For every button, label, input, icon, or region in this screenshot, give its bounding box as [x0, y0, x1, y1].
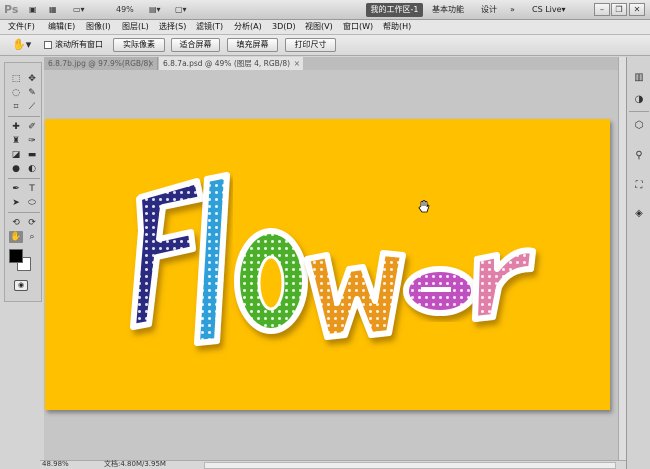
histogram-panel-icon[interactable]: ▥ [632, 71, 646, 85]
document-tab-bar: 6.8.7b.jpg @ 97.9%(RGB/8) × 6.8.7a.psd @… [44, 57, 618, 70]
fill-screen-button[interactable]: 填充屏幕 [227, 38, 278, 52]
menu-view[interactable]: 视图(V) [305, 21, 333, 33]
panel-dock: ▥ ◑ ⬡ ⚲ ⛶ ◈ [626, 57, 650, 469]
vertical-scrollbar[interactable] [618, 57, 626, 460]
tab-document-inactive[interactable]: 6.8.7b.jpg @ 97.9%(RGB/8) × [44, 57, 158, 70]
history-brush-tool-icon[interactable]: ✑ [25, 135, 39, 147]
letter-e [403, 266, 477, 316]
horizontal-scrollbar[interactable] [204, 462, 616, 469]
letter-w [304, 250, 406, 340]
status-zoom[interactable]: 48.98% [42, 460, 69, 469]
screen-mode-icon[interactable]: ▢▾ [172, 3, 190, 17]
application-bar: Ps ▣ ▦ ▭▾ 49% ▤▾ ▢▾ 我的工作区-1 基本功能 设计 » CS… [0, 0, 650, 20]
close-icon[interactable]: ✕ [629, 3, 645, 16]
lasso-tool-icon[interactable]: ◌ [9, 87, 23, 99]
letter-o [234, 228, 308, 334]
bridge-icon[interactable]: ▣ [26, 3, 40, 17]
print-size-button[interactable]: 打印尺寸 [285, 38, 336, 52]
workspace-design-button[interactable]: 设计 [481, 3, 497, 17]
tab-label: 6.8.7a.psd @ 49% (图层 4, RGB/8) [163, 59, 291, 68]
dodge-tool-icon[interactable]: ◐ [25, 163, 39, 175]
restore-icon[interactable]: ❐ [611, 3, 627, 16]
menu-image[interactable]: 图像(I) [86, 21, 111, 33]
scroll-all-windows-checkbox[interactable] [44, 41, 52, 49]
adjustments-panel-icon[interactable]: ◑ [632, 93, 646, 107]
zoom-tool-icon[interactable]: ⌕ [25, 231, 39, 243]
blur-tool-icon[interactable]: ● [9, 163, 23, 175]
status-doc-size: 文档:4.80M/3.95M [104, 460, 166, 468]
hand-cursor-icon [418, 200, 430, 213]
tab-document-active[interactable]: 6.8.7a.psd @ 49% (图层 4, RGB/8) × [159, 57, 303, 70]
clone-stamp-tool-icon[interactable]: ♜ [9, 135, 23, 147]
tools-separator [8, 212, 40, 213]
pen-tool-icon[interactable]: ✒ [9, 183, 23, 195]
menu-3d[interactable]: 3D(D) [272, 21, 296, 33]
tools-separator [8, 116, 40, 117]
letter-r [472, 247, 536, 322]
type-tool-icon[interactable]: T [25, 183, 39, 195]
brush-tool-icon[interactable]: ✐ [25, 121, 39, 133]
menu-filter[interactable]: 滤镜(T) [196, 21, 223, 33]
minibridge-icon[interactable]: ▦ [46, 3, 60, 17]
quick-mask-icon[interactable]: ◉ [14, 280, 28, 291]
menu-layer[interactable]: 图层(L) [122, 21, 149, 33]
layers-panel-icon[interactable]: ◈ [632, 207, 646, 221]
3d-rotate-tool-icon[interactable]: ⟲ [9, 217, 23, 229]
path-selection-tool-icon[interactable]: ➤ [9, 197, 23, 209]
cs-live-button[interactable]: CS Live▾ [532, 3, 566, 17]
tab-label: 6.8.7b.jpg @ 97.9%(RGB/8) [48, 59, 152, 68]
crop-tool-icon[interactable]: ⌗ [9, 101, 23, 113]
menu-file[interactable]: 文件(F) [8, 21, 35, 33]
hand-tool-icon[interactable]: ✋ [9, 231, 23, 243]
letter-F [130, 178, 204, 330]
menu-edit[interactable]: 编辑(E) [48, 21, 75, 33]
arrange-documents-icon[interactable]: ▤▾ [146, 3, 164, 17]
close-icon[interactable]: × [294, 57, 300, 70]
view-extras-icon[interactable]: ▭▾ [70, 3, 88, 17]
menu-select[interactable]: 选择(S) [159, 21, 186, 33]
tools-separator [8, 178, 40, 179]
actual-pixels-button[interactable]: 实际像素 [113, 38, 165, 52]
move-tool-icon[interactable]: ✥ [25, 73, 39, 85]
3d-orbit-tool-icon[interactable]: ⟳ [25, 217, 39, 229]
document-workspace[interactable] [44, 70, 618, 460]
clone-source-panel-icon[interactable]: ⚲ [632, 149, 646, 163]
flower-artwork [130, 172, 536, 346]
menu-bar: 文件(F) 编辑(E) 图像(I) 图层(L) 选择(S) 滤镜(T) 分析(A… [0, 20, 650, 35]
quick-select-tool-icon[interactable]: ✎ [25, 87, 39, 99]
marquee-tool-icon[interactable]: ⬚ [9, 73, 23, 85]
status-bar: 48.98% 文档:4.80M/3.95M [40, 460, 626, 469]
close-icon[interactable]: × [148, 57, 154, 70]
foreground-color-swatch[interactable] [9, 249, 23, 263]
scroll-all-windows-label: 滚动所有窗口 [55, 40, 103, 49]
canvas[interactable] [45, 119, 610, 410]
workspace-active-button[interactable]: 我的工作区-1 [366, 3, 423, 17]
healing-brush-tool-icon[interactable]: ✚ [9, 121, 23, 133]
hand-tool-preset-icon[interactable]: ✋▾ [12, 39, 31, 51]
options-bar: ✋▾ 滚动所有窗口 实际像素 适合屏幕 填充屏幕 打印尺寸 [0, 35, 650, 56]
gradient-tool-icon[interactable]: ▬ [25, 149, 39, 161]
photoshop-logo: Ps [4, 3, 19, 16]
menu-analysis[interactable]: 分析(A) [234, 21, 262, 33]
more-workspaces-button[interactable]: » [510, 3, 515, 17]
zoom-level-dropdown[interactable]: 49% [116, 3, 134, 17]
fit-screen-button[interactable]: 适合屏幕 [171, 38, 220, 52]
workspace-basic-button[interactable]: 基本功能 [432, 3, 464, 17]
menu-window[interactable]: 窗口(W) [343, 21, 373, 33]
minimize-icon[interactable]: – [594, 3, 610, 16]
eyedropper-tool-icon[interactable]: ⟋ [25, 101, 39, 113]
menu-help[interactable]: 帮助(H) [383, 21, 411, 33]
eraser-tool-icon[interactable]: ◪ [9, 149, 23, 161]
shape-tool-icon[interactable]: ⬭ [25, 197, 39, 209]
panel-separator [629, 111, 649, 112]
3d-panel-icon[interactable]: ⬡ [632, 119, 646, 133]
transform-panel-icon[interactable]: ⛶ [632, 179, 646, 193]
